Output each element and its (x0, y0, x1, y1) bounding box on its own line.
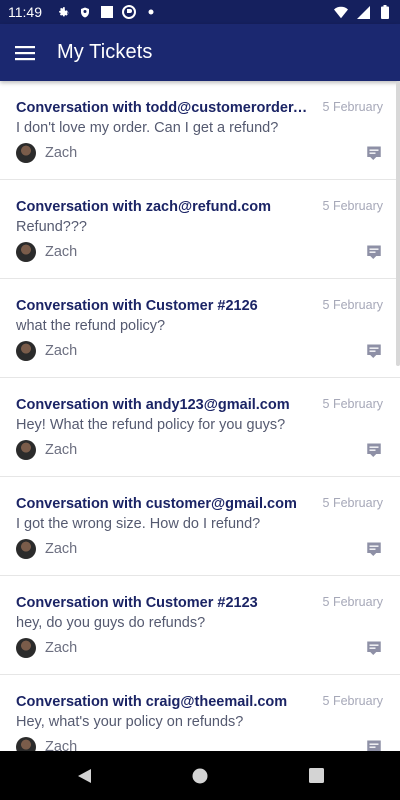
ticket-row[interactable]: Conversation with Customer #2123 5 Febru… (0, 576, 400, 675)
ticket-title: Conversation with zach@refund.com (16, 199, 272, 215)
chat-icon (367, 443, 381, 457)
chat-icon (367, 641, 381, 655)
status-bar: 11:49 (0, 0, 400, 24)
home-icon (192, 768, 208, 783)
battery-icon (378, 5, 392, 19)
back-button[interactable] (26, 751, 142, 800)
ticket-message: I don't love my order. Can I get a refun… (16, 120, 279, 136)
ticket-row[interactable]: Conversation with craig@theemail.com 5 F… (0, 675, 400, 751)
agent-name: Zach (45, 343, 78, 359)
back-icon (78, 768, 91, 783)
ticket-date: 5 February (322, 496, 383, 510)
wifi-icon (334, 5, 348, 19)
ticket-title: Conversation with todd@customerorder.com (16, 100, 311, 116)
agent-name: Zach (45, 640, 78, 656)
ticket-message: Hey, what's your policy on refunds? (16, 714, 244, 730)
ticket-agent: Zach (16, 539, 77, 559)
ticket-title: Conversation with craig@theemail.com (16, 694, 288, 710)
shield-icon (78, 5, 92, 19)
ticket-title: Conversation with customer@gmail.com (16, 496, 297, 512)
ticket-message: Refund??? (16, 219, 87, 235)
ticket-date: 5 February (322, 397, 383, 411)
chat-icon (367, 245, 381, 259)
menu-button[interactable] (0, 24, 50, 81)
ticket-message: I got the wrong size. How do I refund? (16, 516, 261, 532)
ticket-agent: Zach (16, 143, 77, 163)
agent-name: Zach (45, 244, 78, 260)
ticket-date: 5 February (322, 694, 383, 708)
square-icon (100, 5, 114, 19)
ticket-message: what the refund policy? (16, 318, 166, 334)
recents-button[interactable] (258, 751, 374, 800)
home-button[interactable] (142, 751, 258, 800)
ticket-title: Conversation with Customer #2126 (16, 298, 258, 314)
avatar (16, 341, 36, 361)
dot-icon (144, 5, 158, 19)
status-left: 11:49 (8, 4, 158, 20)
chat-icon (367, 542, 381, 556)
ticket-row[interactable]: Conversation with andy123@gmail.com 5 Fe… (0, 378, 400, 477)
signal-icon (356, 5, 370, 19)
chat-icon (367, 740, 381, 751)
ticket-row[interactable]: Conversation with customer@gmail.com 5 F… (0, 477, 400, 576)
status-right (334, 5, 392, 19)
ticket-title: Conversation with andy123@gmail.com (16, 397, 290, 413)
ticket-row[interactable]: Conversation with Customer #2126 5 Febru… (0, 279, 400, 378)
page-title: My Tickets (57, 41, 153, 63)
ticket-message: hey, do you guys do refunds? (16, 615, 206, 631)
avatar (16, 737, 36, 751)
ticket-list[interactable]: Conversation with todd@customerorder.com… (0, 81, 400, 751)
avatar (16, 638, 36, 658)
ticket-message: Hey! What the refund policy for you guys… (16, 417, 286, 433)
status-time: 11:49 (8, 4, 42, 20)
ticket-date: 5 February (322, 199, 383, 213)
hamburger-menu-icon (15, 45, 35, 60)
agent-name: Zach (45, 145, 78, 161)
ticket-agent: Zach (16, 242, 77, 262)
gear-icon (56, 5, 70, 19)
chat-icon (367, 344, 381, 358)
scrollbar[interactable] (396, 81, 400, 366)
avatar (16, 440, 36, 460)
avatar (16, 539, 36, 559)
ticket-title: Conversation with Customer #2123 (16, 595, 258, 611)
agent-name: Zach (45, 442, 78, 458)
target-icon (122, 5, 136, 19)
ticket-agent: Zach (16, 737, 77, 751)
ticket-agent: Zach (16, 638, 77, 658)
app-bar: My Tickets (0, 24, 400, 81)
agent-name: Zach (45, 739, 78, 751)
ticket-row[interactable]: Conversation with todd@customerorder.com… (0, 81, 400, 180)
ticket-date: 5 February (322, 298, 383, 312)
ticket-agent: Zach (16, 341, 77, 361)
recents-icon (308, 768, 324, 783)
agent-name: Zach (45, 541, 78, 557)
system-nav-bar (0, 751, 400, 800)
ticket-date: 5 February (322, 595, 383, 609)
chat-icon (367, 146, 381, 160)
ticket-date: 5 February (322, 100, 383, 114)
ticket-row[interactable]: Conversation with zach@refund.com 5 Febr… (0, 180, 400, 279)
ticket-agent: Zach (16, 440, 77, 460)
avatar (16, 242, 36, 262)
avatar (16, 143, 36, 163)
